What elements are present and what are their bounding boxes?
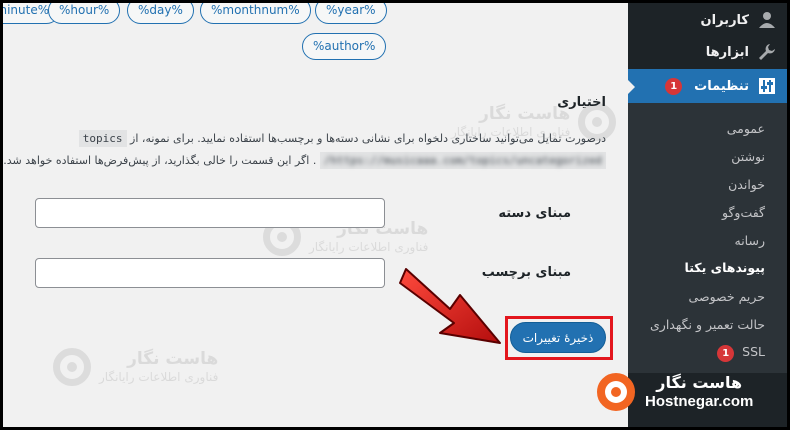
active-menu-notch: [627, 79, 635, 95]
hostnegar-logo-icon: [597, 373, 635, 412]
watermark: هاست نگار فناوری اطلاعات رایانگار: [53, 348, 218, 386]
watermark-logo-icon: [53, 348, 91, 386]
optional-heading: اختیاری: [557, 95, 606, 110]
admin-sidebar: کاربران ابزارها تنظیمات 1 عمومی نوشتن خو…: [627, 3, 787, 427]
users-icon: [757, 10, 777, 30]
submenu-ssl[interactable]: SSL 1: [717, 344, 765, 362]
sidebar-item-label: کاربران: [700, 12, 749, 28]
sidebar-item-tools[interactable]: ابزارها: [628, 35, 787, 69]
submenu-media[interactable]: رسانه: [735, 233, 766, 248]
example-url-code: https://musicaaa.com/topics/uncategorize…: [319, 152, 606, 169]
category-base-input[interactable]: [35, 198, 385, 228]
submenu-general[interactable]: عمومی: [727, 121, 765, 136]
optional-description: درصورت تمایل می‌توانید ساختاری دلخواه بر…: [3, 130, 606, 169]
submenu-permalinks[interactable]: پیوندهای یکتا: [685, 260, 765, 275]
settings-sliders-icon: [757, 76, 777, 96]
settings-update-badge: 1: [665, 77, 683, 95]
save-changes-button[interactable]: ذخیرهٔ تغییرات: [510, 322, 606, 353]
red-arrow-icon: [399, 268, 501, 344]
sidebar-item-label: ابزارها: [705, 44, 749, 60]
submenu-privacy[interactable]: حریم خصوصی: [689, 289, 765, 304]
tag-year-button[interactable]: %year%: [315, 3, 387, 24]
tag-monthnum-button[interactable]: %monthnum%: [200, 3, 311, 24]
ssl-update-badge: 1: [717, 345, 735, 362]
tag-day-button[interactable]: %day%: [127, 3, 194, 24]
wrench-icon: [757, 42, 777, 62]
hostnegar-brand: هاست نگار Hostnegar.com: [597, 373, 753, 412]
brand-name-en: Hostnegar.com: [645, 393, 754, 410]
sidebar-item-users[interactable]: کاربران: [628, 3, 787, 37]
submenu-ssl-label: SSL: [742, 344, 765, 359]
screenshot-frame: هاست نگار فناوری اطلاعات رایانگار هاست نگ…: [3, 3, 787, 427]
submenu-writing[interactable]: نوشتن: [731, 149, 765, 164]
settings-submenu: عمومی نوشتن خواندن گفت‌وگو رسانه پیوندها…: [628, 103, 787, 373]
tag-author-button[interactable]: %author%: [302, 33, 387, 60]
submenu-discussion[interactable]: گفت‌وگو: [722, 205, 765, 220]
category-base-label: مبنای دسته: [498, 206, 571, 221]
tag-base-input[interactable]: [35, 258, 385, 288]
submenu-reading[interactable]: خواندن: [728, 177, 765, 192]
example-code: topics: [78, 130, 127, 147]
submenu-maintenance[interactable]: حالت تعمیر و نگهداری: [650, 317, 765, 332]
sidebar-item-settings[interactable]: تنظیمات 1: [628, 69, 787, 103]
brand-name-fa: هاست نگار: [656, 373, 743, 392]
tag-hour-button[interactable]: %hour%: [48, 3, 121, 24]
permalink-settings-main: هاست نگار فناوری اطلاعات رایانگار هاست نگ…: [3, 3, 628, 427]
sidebar-item-label: تنظیمات: [694, 78, 749, 94]
